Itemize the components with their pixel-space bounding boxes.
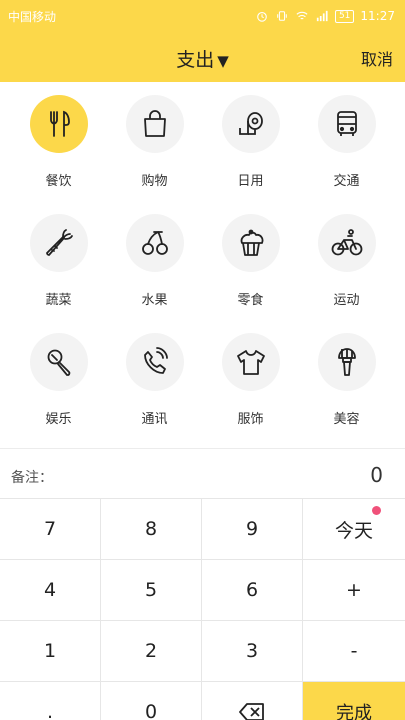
minus-button[interactable]: - (303, 621, 405, 682)
category-label: 日用 (237, 174, 264, 189)
key-7[interactable]: 7 (0, 499, 101, 560)
category-icon-circle (317, 214, 376, 272)
number-keypad: 7 8 9 今天 4 5 6 + 1 2 3 - . 0 完成 (0, 498, 405, 720)
category-shopping[interactable]: 购物 (104, 95, 205, 189)
title-bar: 支出 ▼ 取消 (0, 32, 405, 82)
tshirt-icon (236, 350, 265, 375)
phone-icon (143, 347, 168, 374)
carrot-icon (45, 229, 73, 256)
key-4[interactable]: 4 (0, 560, 101, 621)
page-title: 支出 (176, 49, 215, 71)
category-icon-circle (317, 95, 376, 153)
fork-knife-icon (49, 110, 70, 137)
note-row[interactable]: 备注： 0 (0, 448, 405, 498)
category-label: 服饰 (237, 412, 264, 427)
category-communication[interactable]: 通讯 (104, 333, 205, 427)
key-8[interactable]: 8 (101, 499, 202, 560)
date-button[interactable]: 今天 (303, 499, 405, 560)
category-label: 美容 (333, 412, 360, 427)
plus-button[interactable]: + (303, 560, 405, 621)
key-5[interactable]: 5 (101, 560, 202, 621)
category-sports[interactable]: 运动 (296, 214, 397, 308)
category-icon-circle (221, 333, 280, 391)
alarm-icon (257, 12, 267, 22)
category-dining[interactable]: 餐饮 (8, 95, 109, 189)
category-icon-circle (125, 95, 184, 153)
notification-dot (372, 506, 381, 515)
done-button[interactable]: 完成 (303, 682, 405, 720)
category-transport[interactable]: 交通 (296, 95, 397, 189)
backspace-button[interactable] (202, 682, 303, 720)
category-icon-circle (29, 214, 88, 272)
vibrate-icon (277, 11, 287, 21)
header-bar: 中国移动 51 11:27 支出 ▼ 取消 (0, 0, 405, 82)
battery-icon: 51 (334, 9, 355, 23)
makeup-brush-icon (337, 348, 356, 376)
note-label: 备注： (11, 470, 53, 486)
category-label: 水果 (141, 293, 168, 308)
category-vegetables[interactable]: 蔬菜 (8, 214, 109, 308)
category-label: 零食 (237, 293, 264, 308)
category-icon-circle (317, 333, 376, 391)
category-icon-circle (125, 333, 184, 391)
category-snacks[interactable]: 零食 (200, 214, 301, 308)
type-dropdown[interactable]: 支出 ▼ (0, 45, 405, 72)
wifi-icon (296, 11, 308, 20)
key-1[interactable]: 1 (0, 621, 101, 682)
category-beauty[interactable]: 美容 (296, 333, 397, 427)
date-label: 今天 (334, 519, 373, 542)
key-9[interactable]: 9 (202, 499, 303, 560)
cupcake-icon (240, 229, 263, 256)
backspace-icon (239, 703, 264, 720)
category-icon-circle (29, 333, 88, 391)
cherry-icon (141, 231, 168, 255)
carrier-label: 中国移动 (8, 9, 57, 24)
toilet-paper-icon (238, 112, 263, 135)
category-label: 通讯 (141, 412, 168, 427)
bicycle-icon (331, 229, 362, 256)
category-label: 购物 (141, 174, 168, 189)
category-daily[interactable]: 日用 (200, 95, 301, 189)
cancel-button[interactable]: 取消 (361, 46, 393, 70)
category-fruit[interactable]: 水果 (104, 214, 205, 308)
category-entertainment[interactable]: 娱乐 (8, 333, 109, 427)
clock: 11:27 (360, 9, 395, 23)
category-icon-circle (125, 214, 184, 272)
signal-icon (316, 10, 328, 22)
triangle-down-icon: ▼ (217, 52, 229, 70)
category-label: 蔬菜 (45, 293, 72, 308)
status-icons: 51 11:27 (255, 9, 395, 23)
key-6[interactable]: 6 (202, 560, 303, 621)
category-label: 交通 (333, 174, 360, 189)
key-2[interactable]: 2 (101, 621, 202, 682)
amount-display: 0 (370, 463, 383, 487)
status-bar: 中国移动 51 11:27 (0, 0, 405, 32)
category-icon-circle (221, 95, 280, 153)
category-label: 餐饮 (45, 174, 72, 189)
category-icon-circle (221, 214, 280, 272)
key-dot[interactable]: . (0, 682, 101, 720)
key-0[interactable]: 0 (101, 682, 202, 720)
category-icon-circle (29, 95, 88, 153)
microphone-icon (47, 349, 70, 376)
category-clothing[interactable]: 服饰 (200, 333, 301, 427)
bus-icon (336, 111, 357, 136)
key-3[interactable]: 3 (202, 621, 303, 682)
category-label: 运动 (333, 293, 360, 308)
category-label: 娱乐 (45, 412, 72, 427)
shopping-bag-icon (143, 110, 166, 137)
